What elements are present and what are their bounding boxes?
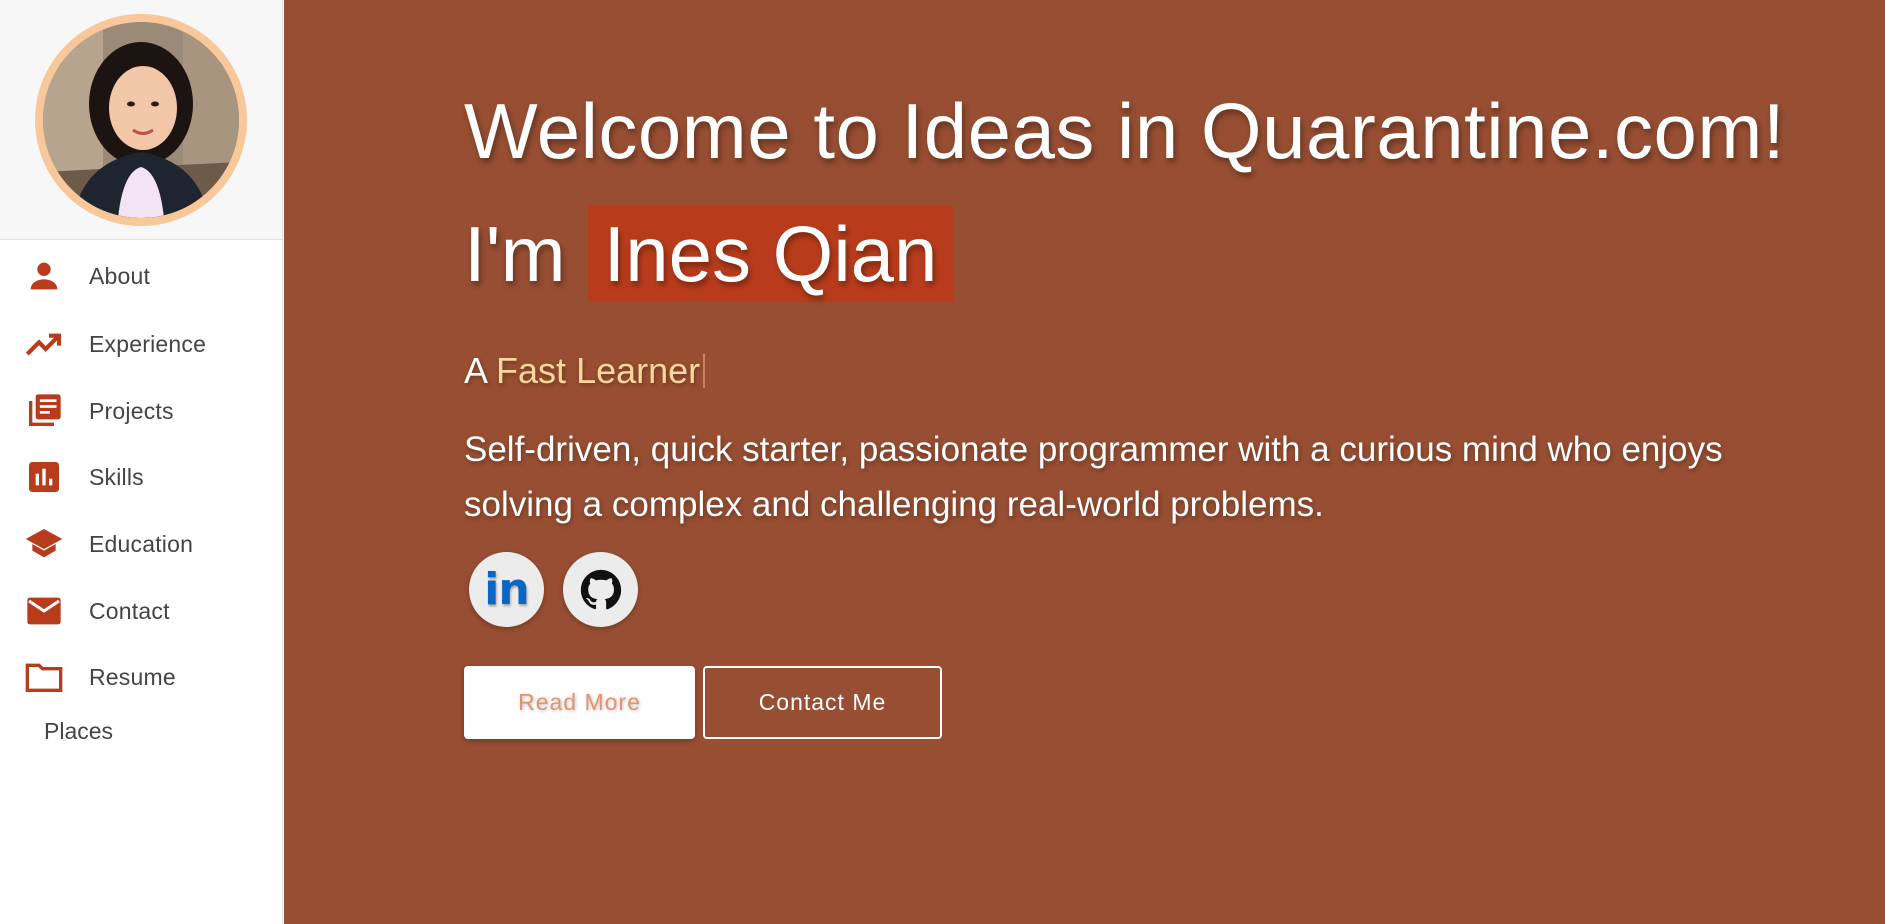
sidebar-item-label: Contact [89, 597, 170, 624]
sidebar-item-resume[interactable]: Resume [0, 649, 283, 705]
hero-actions: Read More Contact Me [464, 666, 942, 739]
social-links: in [469, 552, 638, 627]
tagline: A Fast Learner [464, 350, 706, 392]
person-icon [24, 256, 64, 296]
folder-icon [24, 657, 64, 697]
sidebar-item-projects[interactable]: Projects [0, 383, 283, 439]
mail-icon [24, 591, 64, 631]
tagline-prefix: A [464, 350, 487, 391]
bar-chart-icon [24, 457, 64, 497]
profile-header [0, 0, 282, 240]
sidebar-item-label: About [89, 262, 151, 289]
description: Self-driven, quick starter, passionate p… [464, 430, 1723, 524]
sidebar-item-label: Projects [89, 397, 174, 424]
sidebar-item-contact[interactable]: Contact [0, 583, 283, 639]
github-icon [580, 569, 621, 609]
avatar [35, 14, 247, 226]
sidebar-item-label: Resume [89, 663, 176, 690]
profile-photo [43, 22, 239, 218]
sidebar-item-about[interactable]: About [0, 248, 283, 304]
contact-me-button[interactable]: Contact Me [703, 666, 942, 739]
github-button[interactable] [563, 552, 638, 627]
sidebar-item-experience[interactable]: Experience [0, 316, 283, 372]
hero-section: Welcome to Ideas in Quarantine.com! I'm … [284, 0, 1885, 924]
graduation-cap-icon [24, 524, 64, 564]
intro-prefix: I'm [464, 209, 566, 298]
read-more-button[interactable]: Read More [464, 666, 695, 739]
linkedin-icon: in [484, 564, 529, 615]
linkedin-button[interactable]: in [469, 552, 544, 627]
sidebar: About Experience Projects Skills Educati… [0, 0, 283, 924]
intro-line: I'm Ines Qian [464, 206, 954, 302]
page-title: Welcome to Ideas in Quarantine.com! [464, 87, 1786, 175]
library-books-icon [24, 391, 64, 431]
sidebar-item-education[interactable]: Education [0, 516, 283, 572]
trending-up-icon [24, 324, 64, 364]
sidebar-item-places[interactable]: Places [44, 718, 113, 745]
name-highlight: Ines Qian [587, 206, 954, 302]
tagline-typed: Fast Learner [496, 350, 701, 391]
sidebar-item-label: Experience [89, 330, 207, 357]
sidebar-item-skills[interactable]: Skills [0, 449, 283, 505]
sidebar-item-label: Skills [89, 463, 144, 490]
sidebar-item-label: Education [89, 530, 194, 557]
typing-cursor [703, 354, 706, 388]
